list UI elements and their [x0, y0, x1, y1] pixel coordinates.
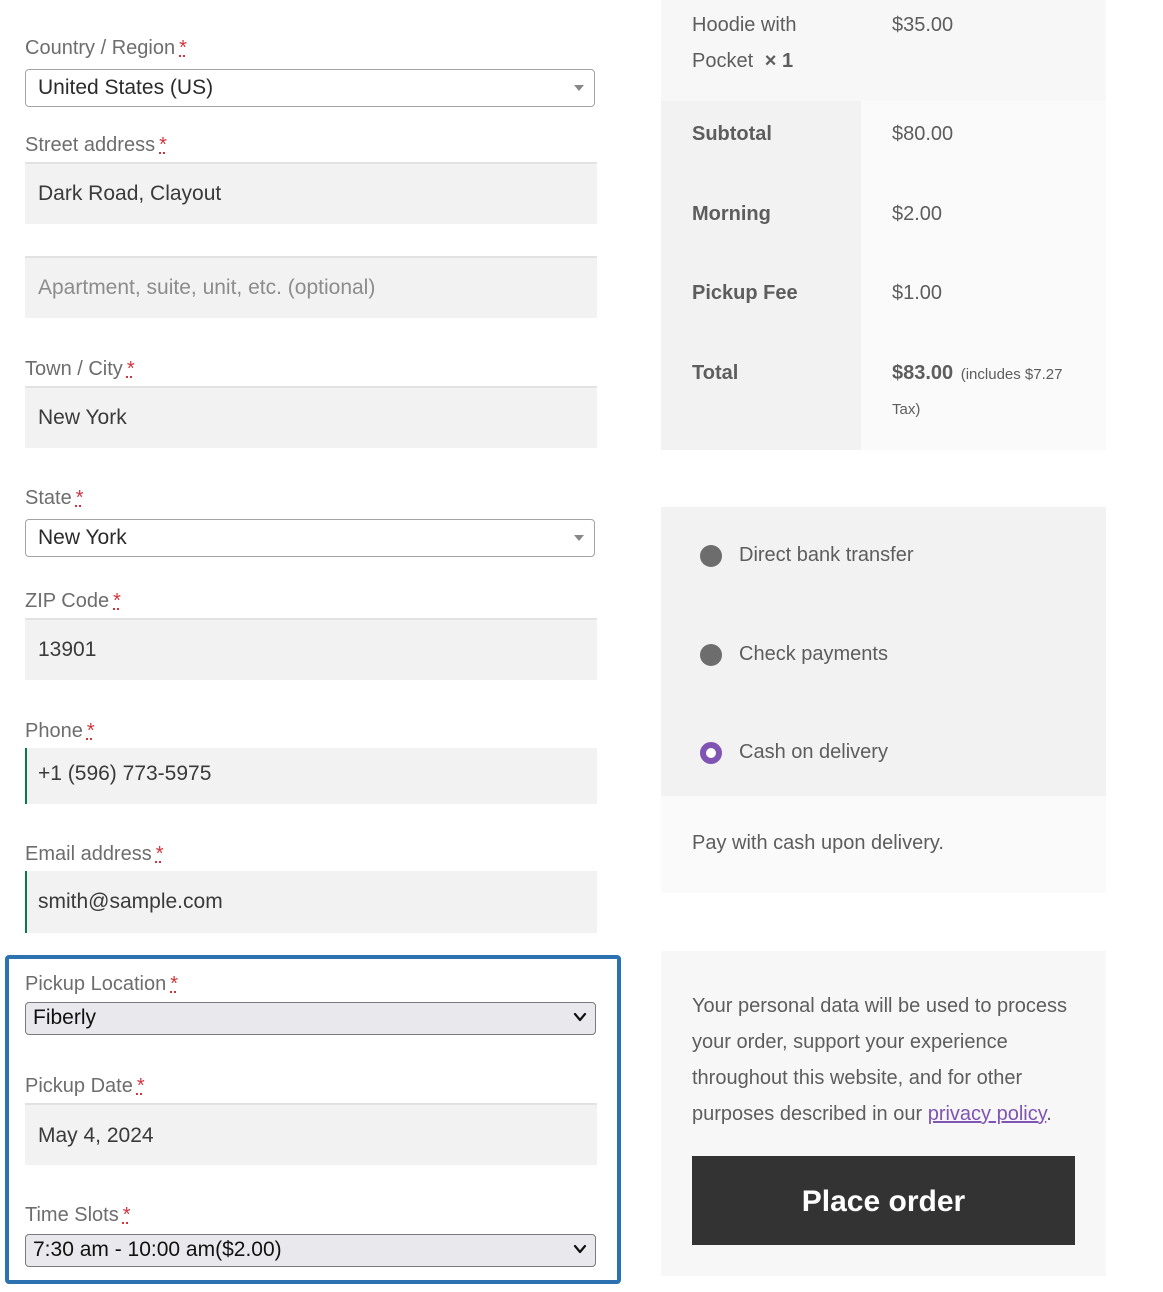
state-select[interactable]: New York [25, 519, 595, 557]
place-order-button[interactable]: Place order [692, 1156, 1075, 1245]
required-mark: * [179, 37, 187, 59]
required-mark: * [155, 843, 164, 865]
payment-label-check[interactable]: Check payments [739, 643, 888, 666]
payment-label-bank-transfer[interactable]: Direct bank transfer [739, 544, 914, 567]
street-label: Street address * [25, 134, 167, 156]
street-input[interactable]: Dark Road, Clayout [25, 162, 597, 224]
pickup-date-label: Pickup Date * [25, 1075, 145, 1097]
phone-label: Phone * [25, 720, 95, 742]
zip-input[interactable]: 13901 [25, 618, 597, 680]
required-mark: * [86, 720, 95, 742]
required-mark: * [159, 134, 167, 156]
total-label: Total [692, 362, 739, 384]
apartment-input[interactable]: Apartment, suite, unit, etc. (optional) [25, 256, 597, 318]
payment-description: Pay with cash upon delivery. [692, 832, 944, 854]
pickup-location-label: Pickup Location * [25, 973, 178, 995]
email-label: Email address * [25, 843, 164, 865]
totals-value-column [861, 101, 1106, 450]
payment-radio-check[interactable] [700, 644, 722, 666]
zip-input-value: 13901 [38, 638, 97, 661]
time-slots-select[interactable]: 7:30 am - 10:00 am($2.00) [25, 1234, 596, 1267]
privacy-policy-link[interactable]: privacy policy [928, 1103, 1047, 1125]
total-value: $83.00 [892, 362, 954, 384]
state-label: State * [25, 487, 84, 509]
pickup-fee-label: Pickup Fee [692, 282, 798, 304]
caret-down-icon [574, 85, 584, 91]
payment-radio-cash-on-delivery[interactable] [700, 742, 722, 764]
time-slots-value: 7:30 am - 10:00 am($2.00) [33, 1238, 282, 1261]
state-select-value: New York [38, 526, 127, 549]
country-label: Country / Region * [25, 37, 187, 59]
apartment-placeholder: Apartment, suite, unit, etc. (optional) [38, 276, 376, 299]
email-input[interactable]: smith@sample.com [25, 871, 597, 933]
pickup-date-value: May 4, 2024 [38, 1124, 154, 1147]
phone-input[interactable]: +1 (596) 773-5975 [25, 748, 597, 804]
pickup-location-select[interactable]: Fiberly [25, 1002, 596, 1035]
item-name: Hoodie with [692, 14, 797, 36]
morning-fee-value: $2.00 [892, 203, 943, 225]
subtotal-value: $80.00 [892, 123, 954, 145]
caret-down-icon [574, 535, 584, 541]
required-mark: * [126, 358, 135, 380]
pickup-fee-value: $1.00 [892, 282, 943, 304]
phone-input-value: +1 (596) 773-5975 [38, 762, 212, 785]
required-mark: * [75, 487, 84, 509]
required-mark: * [122, 1204, 131, 1226]
pickup-location-value: Fiberly [33, 1006, 97, 1029]
tax-note: (includes $7.27 [960, 366, 1063, 383]
item-name-line2: Pocket × 1 [692, 50, 794, 72]
total-value-line: $83.00 (includes $7.27 [892, 362, 1062, 385]
item-price: $35.00 [892, 14, 954, 36]
city-input[interactable]: New York [25, 386, 597, 448]
privacy-notice: Your personal data will be used to proce… [692, 995, 1068, 1125]
required-mark: * [170, 973, 178, 995]
morning-fee-label: Morning [692, 203, 771, 225]
city-label: Town / City * [25, 358, 135, 380]
subtotal-label: Subtotal [692, 123, 772, 145]
street-input-value: Dark Road, Clayout [38, 182, 222, 205]
pickup-date-input[interactable]: May 4, 2024 [25, 1103, 597, 1165]
payment-label-cash-on-delivery[interactable]: Cash on delivery [739, 741, 888, 764]
country-select[interactable]: United States (US) [25, 69, 595, 107]
item-quantity: × 1 [764, 50, 794, 72]
totals-label-column [661, 101, 861, 450]
tax-note-line2: Tax) [892, 401, 921, 418]
required-mark: * [136, 1075, 145, 1097]
city-input-value: New York [38, 406, 127, 429]
payment-radio-bank-transfer[interactable] [700, 545, 722, 567]
required-mark: * [113, 590, 121, 612]
email-input-value: smith@sample.com [38, 890, 223, 913]
chevron-down-icon [573, 1244, 587, 1254]
zip-label: ZIP Code * [25, 590, 121, 612]
time-slots-label: Time Slots * [25, 1204, 131, 1226]
chevron-down-icon [573, 1012, 587, 1022]
country-select-value: United States (US) [38, 76, 214, 99]
